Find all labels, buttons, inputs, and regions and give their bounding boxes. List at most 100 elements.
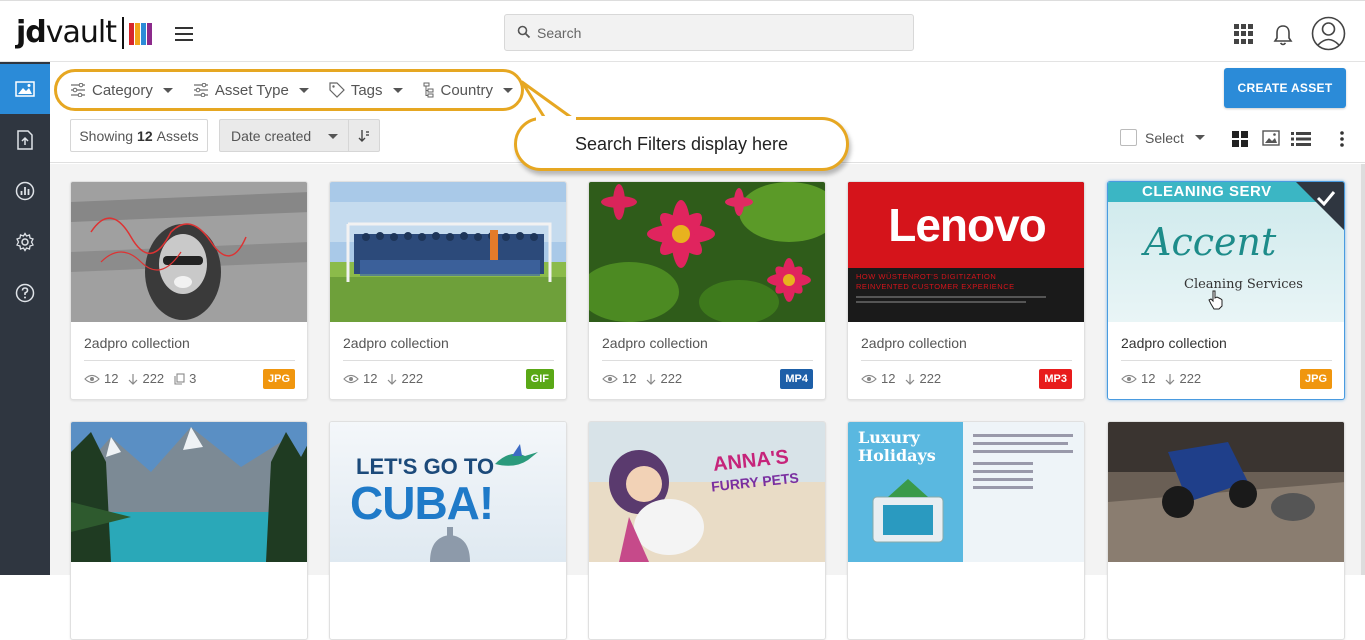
search-icon	[517, 25, 531, 39]
accent-banner-text: CLEANING SERV	[1142, 183, 1272, 200]
asset-card[interactable]: Luxury Holidays	[847, 421, 1085, 640]
downloads-count: 222	[401, 371, 424, 386]
image-icon	[15, 81, 35, 97]
select-label: Select	[1145, 129, 1184, 146]
download-arrow-icon	[129, 373, 138, 385]
chevron-down-icon	[1194, 135, 1205, 140]
create-asset-button[interactable]: CREATE ASSET	[1224, 68, 1346, 108]
downloads-count: 222	[660, 371, 683, 386]
sidebar	[0, 62, 50, 575]
asset-card[interactable]: LET'S GO TO CUBA!	[329, 421, 567, 640]
sidebar-item-analytics[interactable]	[0, 166, 50, 216]
callout-pointer	[520, 80, 576, 124]
asset-card-selected[interactable]: CLEANING SERV Accent Cleaning Services 2…	[1107, 181, 1345, 400]
sort-control: Date created	[219, 119, 380, 152]
bell-icon[interactable]	[1272, 23, 1294, 47]
gear-icon	[16, 232, 34, 252]
upload-file-icon	[17, 130, 33, 150]
sidebar-item-assets[interactable]	[0, 64, 50, 114]
asset-title: 2adpro collection	[343, 335, 449, 351]
callout-text: Search Filters display here	[574, 133, 789, 154]
menu-icon[interactable]	[175, 27, 193, 41]
views-stat: 12	[84, 371, 118, 386]
user-avatar-icon[interactable]	[1311, 16, 1346, 51]
sort-direction-button[interactable]	[348, 120, 379, 151]
asset-grid: 2adpro collection 12 222 3 JPG 2adpro co…	[50, 164, 1365, 640]
select-all-control[interactable]: Select	[1120, 129, 1205, 146]
asset-title: 2adpro collection	[602, 335, 708, 351]
help-icon	[15, 283, 35, 303]
search-box[interactable]	[504, 14, 914, 51]
views-count: 12	[881, 371, 896, 386]
copies-stat: 3	[174, 371, 196, 386]
logo-text-vault: vault	[45, 15, 117, 50]
card-divider	[343, 360, 554, 361]
downloads-stat: 222	[646, 371, 682, 386]
luxury-title-2: Holidays	[858, 446, 936, 465]
page-scrollbar[interactable]	[1361, 164, 1365, 575]
logo-mark-stripe	[147, 23, 153, 45]
views-count: 12	[363, 371, 378, 386]
search-input[interactable]	[537, 15, 897, 50]
views-count: 12	[622, 371, 637, 386]
apps-grid-icon[interactable]	[1234, 24, 1254, 44]
asset-card[interactable]	[1107, 421, 1345, 640]
sidebar-item-upload[interactable]	[0, 115, 50, 165]
asset-stats: 12 222	[1121, 371, 1201, 386]
logo-mark	[129, 23, 153, 45]
downloads-count: 222	[919, 371, 942, 386]
lenovo-logo-text: Lenovo	[888, 199, 1047, 251]
asset-thumbnail: Luxury Holidays	[848, 422, 1084, 562]
grid-view-icon[interactable]	[1232, 131, 1248, 147]
asset-count: Showing 12 Assets	[70, 119, 208, 152]
cuba-headline-2: CUBA!	[350, 477, 494, 529]
app-logo[interactable]: jdvault	[16, 15, 153, 51]
asset-thumbnail	[71, 182, 307, 322]
eye-icon	[343, 374, 359, 383]
asset-card[interactable]: 2adpro collection 12 222 MP4	[588, 181, 826, 400]
asset-count-suffix: Assets	[156, 127, 199, 144]
asset-card[interactable]: 2adpro collection 12 222 3 JPG	[70, 181, 308, 400]
checkmark-icon[interactable]	[1316, 190, 1336, 206]
card-divider	[84, 360, 295, 361]
asset-card[interactable]	[70, 421, 308, 640]
more-options-icon[interactable]	[1340, 131, 1344, 147]
capitol-dome-icon	[430, 527, 470, 562]
copies-count: 3	[189, 371, 197, 386]
sidebar-item-help[interactable]	[0, 268, 50, 318]
download-arrow-icon	[1166, 373, 1175, 385]
asset-count-value: 12	[137, 127, 153, 144]
sort-select-label: Date created	[231, 127, 312, 144]
downloads-stat: 222	[1165, 371, 1201, 386]
asset-card[interactable]: ANNA'S FURRY PETS	[588, 421, 826, 640]
hummingbird-icon	[495, 444, 538, 466]
logo-divider	[122, 17, 125, 49]
sidebar-item-settings[interactable]	[0, 217, 50, 267]
downloads-count: 222	[142, 371, 165, 386]
file-type-badge: JPG	[1299, 369, 1332, 389]
logo-mark-stripe	[141, 23, 147, 45]
eye-icon	[1121, 374, 1137, 383]
asset-stats: 12 222	[602, 371, 682, 386]
views-stat: 12	[343, 371, 377, 386]
download-arrow-icon	[906, 373, 915, 385]
asset-thumbnail	[330, 182, 566, 322]
image-view-icon[interactable]	[1262, 130, 1280, 146]
copy-icon	[174, 372, 185, 385]
list-view-icon[interactable]	[1291, 131, 1311, 147]
file-type-badge: JPG	[262, 369, 295, 389]
sort-select[interactable]: Date created	[220, 128, 348, 144]
accent-logo-text: Accent	[1144, 220, 1277, 264]
eye-icon	[84, 374, 100, 383]
asset-card[interactable]: 2adpro collection 12 222 GIF	[329, 181, 567, 400]
asset-stats: 12 222	[343, 371, 423, 386]
eye-icon	[861, 374, 877, 383]
asset-stats: 12 222	[861, 371, 941, 386]
asset-card[interactable]: Lenovo HOW WÜSTENROT'S DIGITIZATION REIN…	[847, 181, 1085, 400]
asset-thumbnail: Lenovo HOW WÜSTENROT'S DIGITIZATION REIN…	[848, 182, 1084, 322]
select-all-checkbox[interactable]	[1120, 129, 1137, 146]
chevron-down-icon	[328, 133, 338, 139]
suitcase-icon	[872, 479, 944, 543]
hand-cursor-icon	[1208, 290, 1223, 310]
views-stat: 12	[602, 371, 636, 386]
